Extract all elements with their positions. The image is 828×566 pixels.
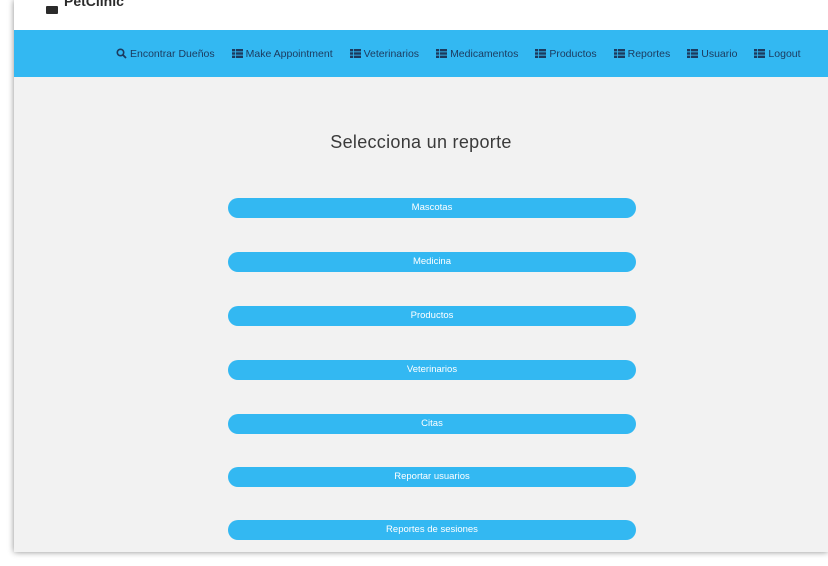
- report-button-mascotas[interactable]: Mascotas: [228, 198, 636, 218]
- nav-item-veterinarios[interactable]: Veterinarios: [349, 47, 420, 60]
- list-icon: [436, 48, 448, 59]
- nav-menu: Encontrar Dueños Make Appointment Veteri…: [116, 30, 801, 77]
- nav-item-productos[interactable]: Productos: [535, 47, 597, 60]
- list-icon: [754, 48, 766, 59]
- nav-item-label: Logout: [768, 47, 801, 60]
- page-title: Selecciona un reporte: [330, 132, 512, 152]
- nav-item-label: Medicamentos: [450, 47, 519, 60]
- nav-item-label: Productos: [549, 47, 597, 60]
- nav-item-label: Reportes: [627, 47, 671, 60]
- nav-item-encontrar-duenos[interactable]: Encontrar Dueños: [116, 48, 215, 60]
- report-button-veterinarios[interactable]: Veterinarios: [228, 360, 636, 380]
- list-icon: [349, 48, 361, 59]
- search-icon: [116, 48, 127, 59]
- nav-item-medicamentos[interactable]: Medicamentos: [436, 48, 518, 60]
- nav-item-logout[interactable]: Logout: [754, 47, 801, 60]
- report-button-reportes-sesiones[interactable]: Reportes de sesiones: [228, 520, 636, 540]
- report-button-productos[interactable]: Productos: [228, 306, 636, 326]
- report-button-reportar-usuarios[interactable]: Reportar usuarios: [228, 467, 636, 487]
- brand-bar: PetClinic: [14, 0, 828, 30]
- report-button-medicina[interactable]: Medicina: [228, 252, 636, 272]
- list-icon: [687, 48, 699, 59]
- nav-item-label: Veterinarios: [363, 47, 420, 60]
- list-icon: [613, 48, 625, 59]
- nav-item-reportes[interactable]: Reportes: [613, 47, 671, 60]
- list-icon: [535, 48, 547, 59]
- nav-item-label: Make Appointment: [245, 47, 333, 60]
- nav-item-make-appointment[interactable]: Make Appointment: [231, 47, 333, 60]
- main-content: Selecciona un reporte Mascotas Medicina …: [14, 77, 828, 552]
- list-icon: [231, 48, 243, 59]
- nav-item-label: Encontrar Dueños: [130, 47, 215, 60]
- nav-item-label: Usuario: [701, 47, 738, 60]
- brand[interactable]: PetClinic: [46, 0, 124, 14]
- navbar: Encontrar Dueños Make Appointment Veteri…: [14, 30, 828, 77]
- app-window: PetClinic Encontrar Dueños Make Appointm…: [14, 0, 828, 552]
- paw-logo-icon: [46, 6, 58, 14]
- report-button-citas[interactable]: Citas: [228, 414, 636, 434]
- brand-name: PetClinic: [64, 0, 124, 9]
- nav-item-usuario[interactable]: Usuario: [687, 48, 737, 60]
